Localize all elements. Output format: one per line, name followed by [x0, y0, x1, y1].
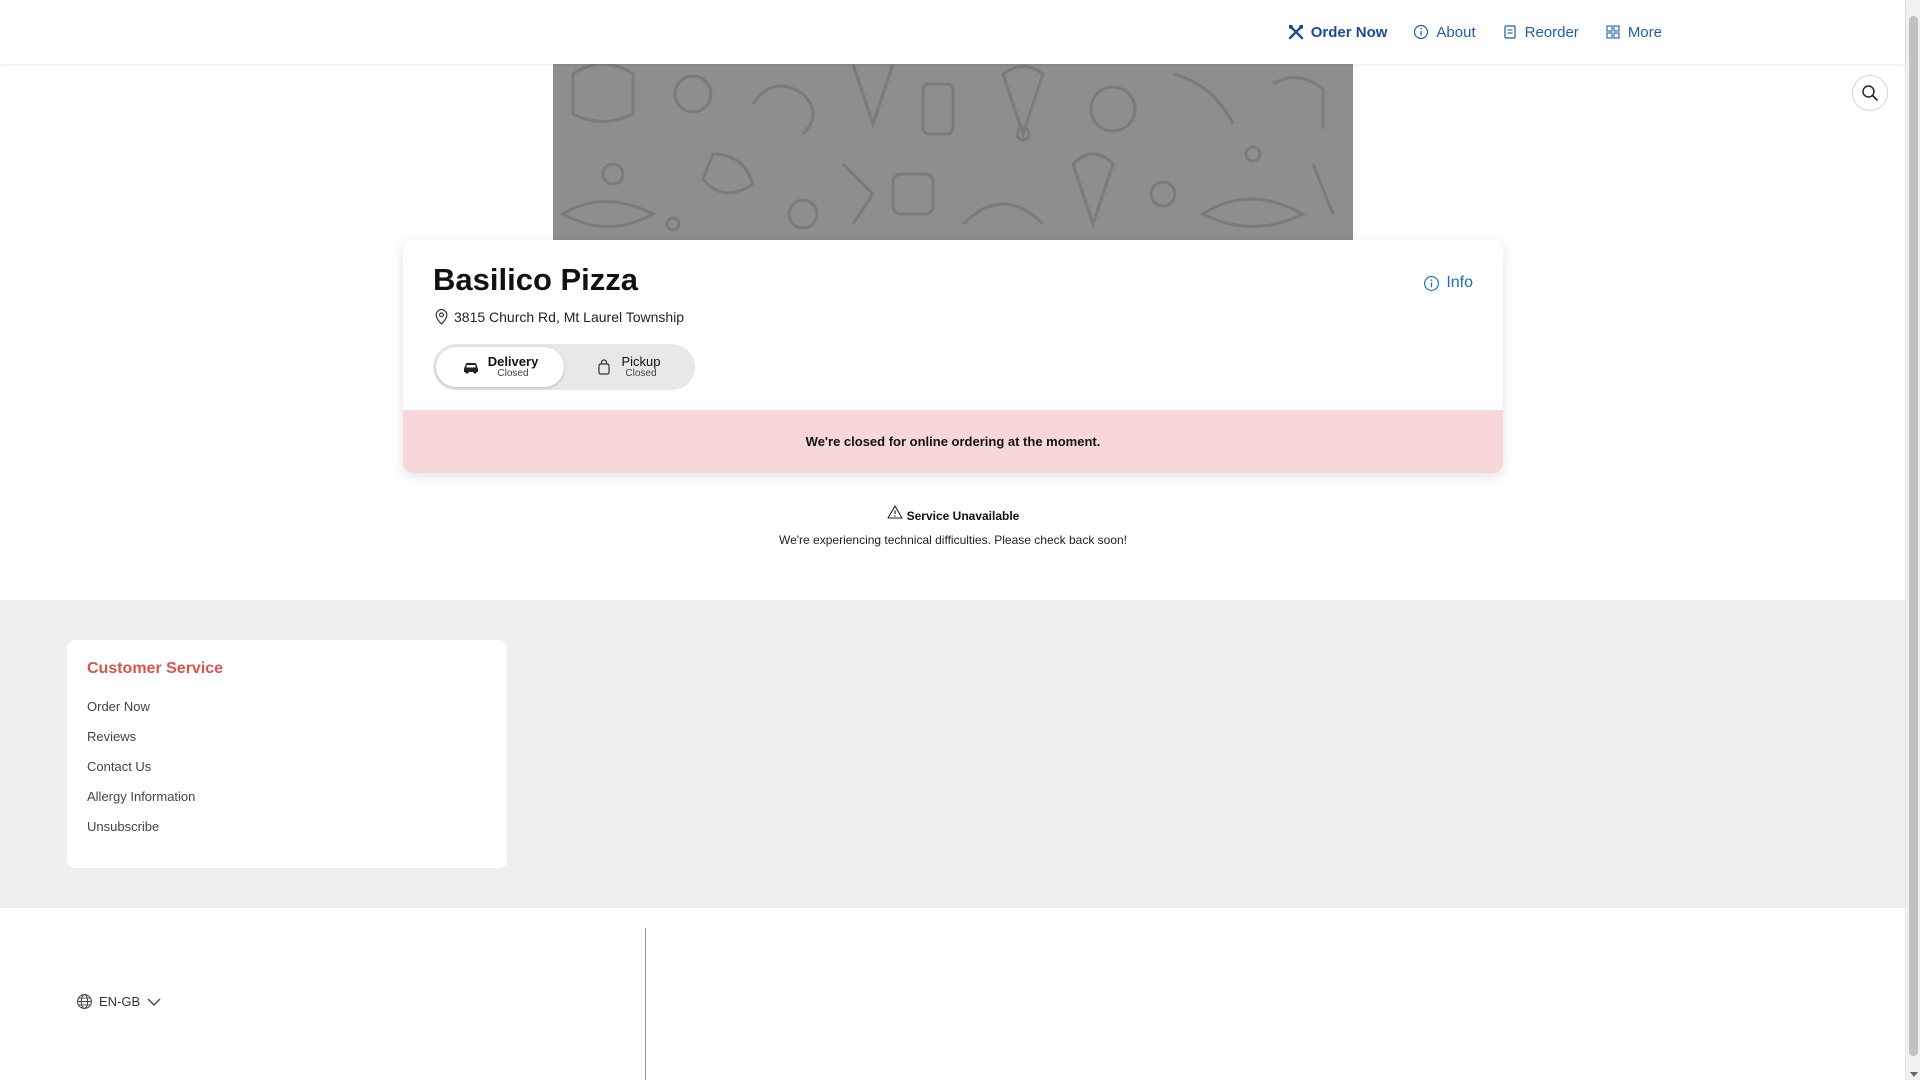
info-button[interactable]: Info — [1423, 274, 1473, 292]
grid-icon — [1606, 25, 1620, 39]
footer-link-contact-us[interactable]: Contact Us — [87, 752, 487, 782]
nav-reorder[interactable]: Reorder — [1502, 24, 1579, 41]
language-selector[interactable]: EN-GB — [76, 993, 162, 1010]
car-icon — [463, 363, 478, 374]
search-button[interactable] — [1852, 75, 1888, 111]
hero-banner — [553, 64, 1353, 240]
pickup-label: Pickup — [621, 353, 661, 369]
delivery-option[interactable]: Delivery Closed — [436, 347, 564, 387]
page-scrollbar[interactable] — [1905, 0, 1920, 1080]
nav-more-label: More — [1627, 23, 1662, 41]
language-label: EN-GB — [99, 994, 141, 1009]
nav-reorder-label: Reorder — [1524, 23, 1579, 41]
location-pin-icon — [435, 309, 448, 325]
bag-icon — [598, 359, 611, 375]
delivery-status: Closed — [497, 367, 529, 379]
nav-more[interactable]: More — [1605, 24, 1662, 41]
footer-link-allergy-information[interactable]: Allergy Information — [87, 782, 487, 812]
footer-link-order-now[interactable]: Order Now — [87, 692, 487, 722]
info-circle-icon — [1414, 24, 1429, 40]
food-pattern-image — [560, 64, 1335, 232]
globe-icon — [77, 994, 92, 1009]
chevron-down-icon — [147, 998, 161, 1006]
utensils-icon — [1288, 24, 1303, 40]
scroll-down-arrow-icon[interactable] — [1910, 1072, 1918, 1077]
warning-icon — [887, 505, 903, 519]
service-notice: Service Unavailable We're experiencing t… — [553, 505, 1353, 547]
service-message: We're experiencing technical difficultie… — [778, 533, 1128, 547]
store-card: Basilico Pizza Info 3815 Church Rd, Mt L… — [403, 240, 1503, 473]
service-title-row: Service Unavailable — [887, 505, 1020, 524]
nav-order-now[interactable]: Order Now — [1288, 23, 1388, 41]
info-label: Info — [1446, 274, 1473, 291]
closed-banner: We're closed for online ordering at the … — [403, 410, 1503, 473]
customer-service-title: Customer Service — [87, 660, 224, 677]
nav-order-now-label: Order Now — [1310, 23, 1388, 41]
nav-about-label: About — [1436, 23, 1476, 41]
receipt-icon — [1504, 25, 1516, 39]
info-circle-icon — [1424, 275, 1440, 291]
scrollbar-thumb[interactable] — [1909, 16, 1918, 1056]
delivery-label: Delivery — [487, 353, 539, 369]
bottom-footer: EN-GB — [0, 908, 1905, 1080]
store-address-text: 3815 Church Rd, Mt Laurel Township — [454, 308, 685, 325]
footer-divider — [645, 928, 646, 1080]
top-navigation: Order Now About Reorder More — [0, 0, 1905, 64]
pickup-option[interactable]: Pickup Closed — [564, 347, 692, 387]
customer-service-card: Customer Service Order Now Reviews Conta… — [67, 640, 507, 868]
store-address: 3815 Church Rd, Mt Laurel Township — [433, 308, 684, 325]
nav-links: Order Now About Reorder More — [1288, 0, 1662, 64]
store-name: Basilico Pizza — [433, 262, 639, 297]
order-mode-toggle: Delivery Closed Pickup Closed — [433, 344, 695, 390]
nav-about[interactable]: About — [1413, 23, 1476, 41]
pickup-status: Closed — [625, 367, 657, 379]
footer-link-reviews[interactable]: Reviews — [87, 722, 487, 752]
service-title: Service Unavailable — [906, 509, 1020, 523]
footer-link-unsubscribe[interactable]: Unsubscribe — [87, 812, 487, 842]
footer-section: Customer Service Order Now Reviews Conta… — [0, 600, 1905, 908]
search-icon — [1862, 85, 1878, 101]
